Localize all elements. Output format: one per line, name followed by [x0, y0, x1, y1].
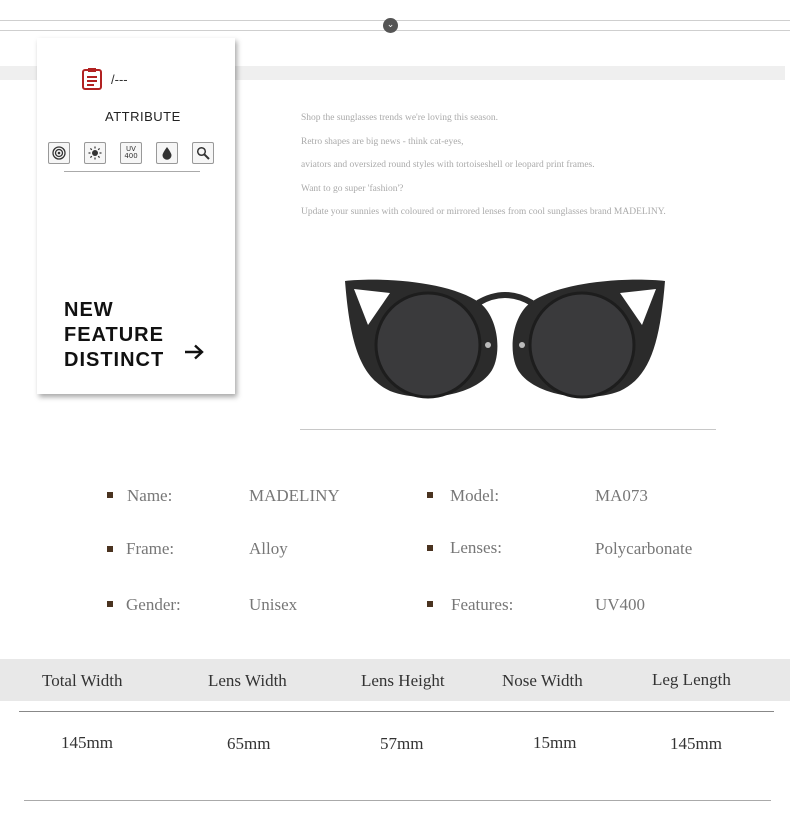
- sunglasses-image: [345, 279, 665, 399]
- attribute-title: ATTRIBUTE: [105, 109, 181, 124]
- spec-bullet: [427, 601, 433, 607]
- uv400-icon: UV 400: [120, 142, 142, 164]
- spec-value: MADELINY: [249, 486, 340, 505]
- target-icon: [48, 142, 70, 164]
- chevron-down-icon[interactable]: ⌄: [383, 18, 398, 33]
- size-value: 145mm: [61, 733, 113, 752]
- intro-line: Shop the sunglasses trends we're loving …: [301, 113, 498, 123]
- intro-line: aviators and oversized round styles with…: [301, 160, 595, 170]
- spec-label: Features:: [451, 595, 514, 614]
- spec-label: Gender:: [126, 595, 181, 614]
- sun-icon: [84, 142, 106, 164]
- card-slash-label: /---: [111, 72, 128, 87]
- size-header: Leg Length: [652, 670, 731, 689]
- image-divider: [300, 429, 716, 430]
- size-table-divider: [19, 711, 774, 712]
- size-value: 145mm: [670, 734, 722, 753]
- new-feature-heading: NEW FEATURE DISTINCT: [64, 298, 164, 373]
- spec-bullet: [427, 545, 433, 551]
- drop-icon: [156, 142, 178, 164]
- size-table-bottom-line: [24, 800, 771, 801]
- spec-value: Alloy: [249, 539, 288, 558]
- feature-icons: UV 400: [48, 142, 218, 164]
- spec-value: Unisex: [249, 595, 298, 614]
- uv400-label: UV 400: [124, 145, 138, 160]
- feature-line: FEATURE: [64, 324, 164, 346]
- size-header: Lens Width: [208, 671, 287, 690]
- intro-line: Update your sunnies with coloured or mir…: [301, 207, 666, 217]
- spec-label: Frame:: [126, 539, 175, 558]
- intro-text: Shop the sunglasses trends we're loving …: [301, 113, 666, 231]
- size-value: 57mm: [380, 734, 424, 753]
- size-header: Lens Height: [361, 671, 445, 690]
- feature-line: DISTINCT: [64, 349, 165, 371]
- arrow-right-icon[interactable]: [183, 344, 205, 360]
- size-table-header: Total Width Lens Width Lens Height Nose …: [0, 659, 790, 701]
- spec-bullet: [107, 601, 113, 607]
- spec-bullet: [107, 546, 113, 552]
- size-value: 15mm: [533, 733, 577, 752]
- size-header: Total Width: [42, 671, 123, 690]
- spec-value: UV400: [595, 595, 646, 614]
- feature-line: NEW: [64, 299, 114, 321]
- spec-label: Model:: [450, 486, 500, 505]
- magnifier-icon: [192, 142, 214, 164]
- intro-line: Want to go super 'fashion'?: [301, 183, 404, 194]
- spec-value: MA073: [595, 486, 648, 505]
- intro-line: Retro shapes are big news - think cat-ey…: [301, 136, 464, 147]
- size-value: 65mm: [227, 734, 271, 753]
- spec-label: Name:: [127, 486, 173, 505]
- attribute-card: /--- ATTRIBUTE UV 400 NEW FEATURE DISTIN…: [37, 38, 235, 394]
- card-divider: [64, 171, 200, 172]
- spec-value: Polycarbonate: [595, 539, 693, 558]
- size-header: Nose Width: [502, 671, 583, 690]
- spec-label: Lenses:: [450, 538, 502, 557]
- spec-bullet: [427, 492, 433, 498]
- clipboard-icon: [82, 68, 102, 90]
- spec-bullet: [107, 492, 113, 498]
